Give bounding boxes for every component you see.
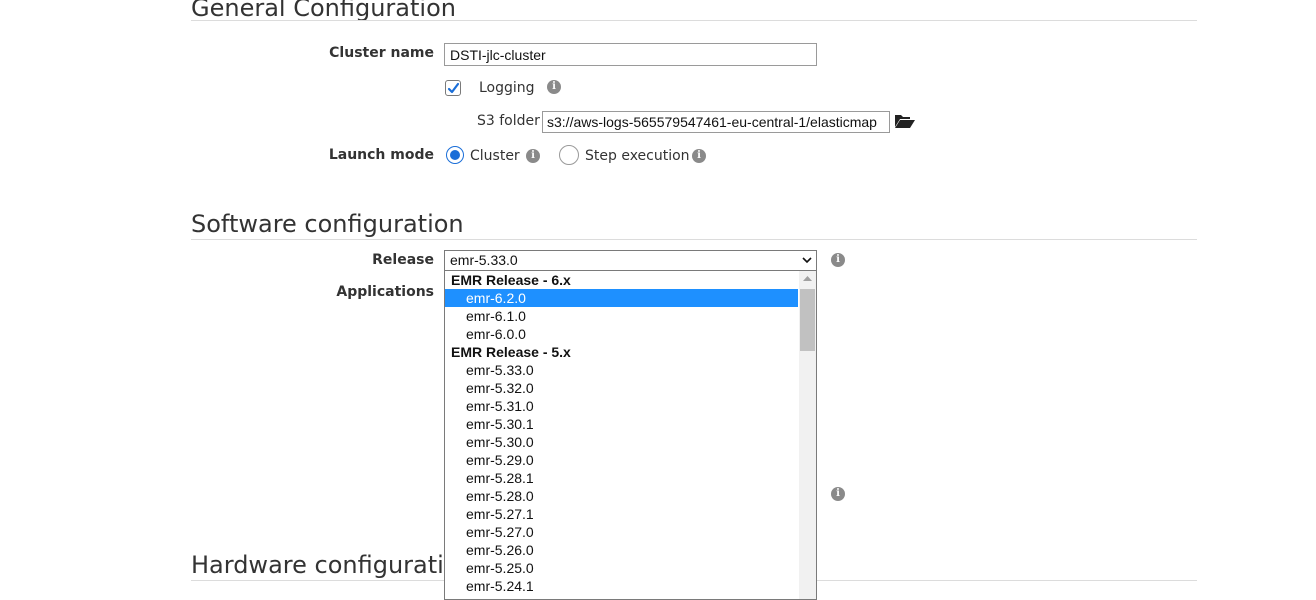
scroll-up-arrow-icon[interactable] <box>803 275 812 281</box>
dropdown-option[interactable]: emr-5.27.1 <box>445 505 798 523</box>
applications-label: Applications <box>336 284 434 300</box>
checkmark-icon <box>447 82 460 94</box>
dropdown-option[interactable]: emr-5.33.0 <box>445 361 798 379</box>
info-icon[interactable]: i <box>547 80 561 94</box>
general-config-title: General Configuration <box>191 0 456 22</box>
info-icon[interactable]: i <box>831 487 845 501</box>
folder-open-icon[interactable] <box>894 113 916 134</box>
release-select[interactable]: emr-5.33.0 <box>444 250 817 271</box>
dropdown-option[interactable]: emr-5.24.1 <box>445 577 798 595</box>
logging-label: Logging <box>479 80 535 96</box>
cluster-name-label: Cluster name <box>329 45 434 61</box>
dropdown-option[interactable]: emr-5.31.0 <box>445 397 798 415</box>
dropdown-option[interactable]: emr-5.25.0 <box>445 559 798 577</box>
info-icon[interactable]: i <box>526 149 540 163</box>
dropdown-option[interactable]: emr-6.1.0 <box>445 307 798 325</box>
launch-mode-cluster-label: Cluster <box>470 148 520 164</box>
launch-mode-cluster-radio[interactable] <box>446 146 464 164</box>
s3-folder-label: S3 folder <box>477 113 540 129</box>
dropdown-scroll-thumb[interactable] <box>800 289 815 351</box>
launch-mode-label: Launch mode <box>328 147 434 163</box>
software-config-divider <box>191 239 1197 240</box>
launch-mode-step-radio[interactable] <box>559 145 579 165</box>
dropdown-option[interactable]: emr-5.28.0 <box>445 487 798 505</box>
general-config-divider <box>191 20 1197 21</box>
software-config-title: Software configuration <box>191 210 464 238</box>
dropdown-option[interactable]: emr-5.32.0 <box>445 379 798 397</box>
dropdown-option[interactable]: emr-6.2.0 <box>445 289 798 307</box>
dropdown-group-label: EMR Release - 6.x <box>451 272 571 288</box>
dropdown-scrollbar[interactable] <box>799 271 816 599</box>
dropdown-option[interactable]: emr-6.0.0 <box>445 325 798 343</box>
dropdown-option[interactable]: emr-5.30.1 <box>445 415 798 433</box>
logging-checkbox[interactable] <box>445 80 461 96</box>
release-label: Release <box>372 252 434 268</box>
hardware-config-title: Hardware configuration <box>191 551 474 579</box>
dropdown-option[interactable]: emr-5.30.0 <box>445 433 798 451</box>
s3-folder-input[interactable] <box>542 111 890 133</box>
dropdown-group-label: EMR Release - 5.x <box>451 344 571 360</box>
cluster-name-input[interactable] <box>444 43 817 66</box>
info-icon[interactable]: i <box>831 253 845 267</box>
dropdown-option[interactable]: emr-5.29.0 <box>445 451 798 469</box>
release-selected-value: emr-5.33.0 <box>450 252 518 268</box>
dropdown-option[interactable]: emr-5.28.1 <box>445 469 798 487</box>
chevron-down-icon <box>802 257 812 264</box>
dropdown-option[interactable]: emr-5.27.0 <box>445 523 798 541</box>
dropdown-option[interactable]: emr-5.26.0 <box>445 541 798 559</box>
release-dropdown-list[interactable]: EMR Release - 6.x emr-6.2.0 emr-6.1.0 em… <box>444 270 817 600</box>
launch-mode-step-label: Step execution <box>585 148 690 164</box>
info-icon[interactable]: i <box>692 149 706 163</box>
